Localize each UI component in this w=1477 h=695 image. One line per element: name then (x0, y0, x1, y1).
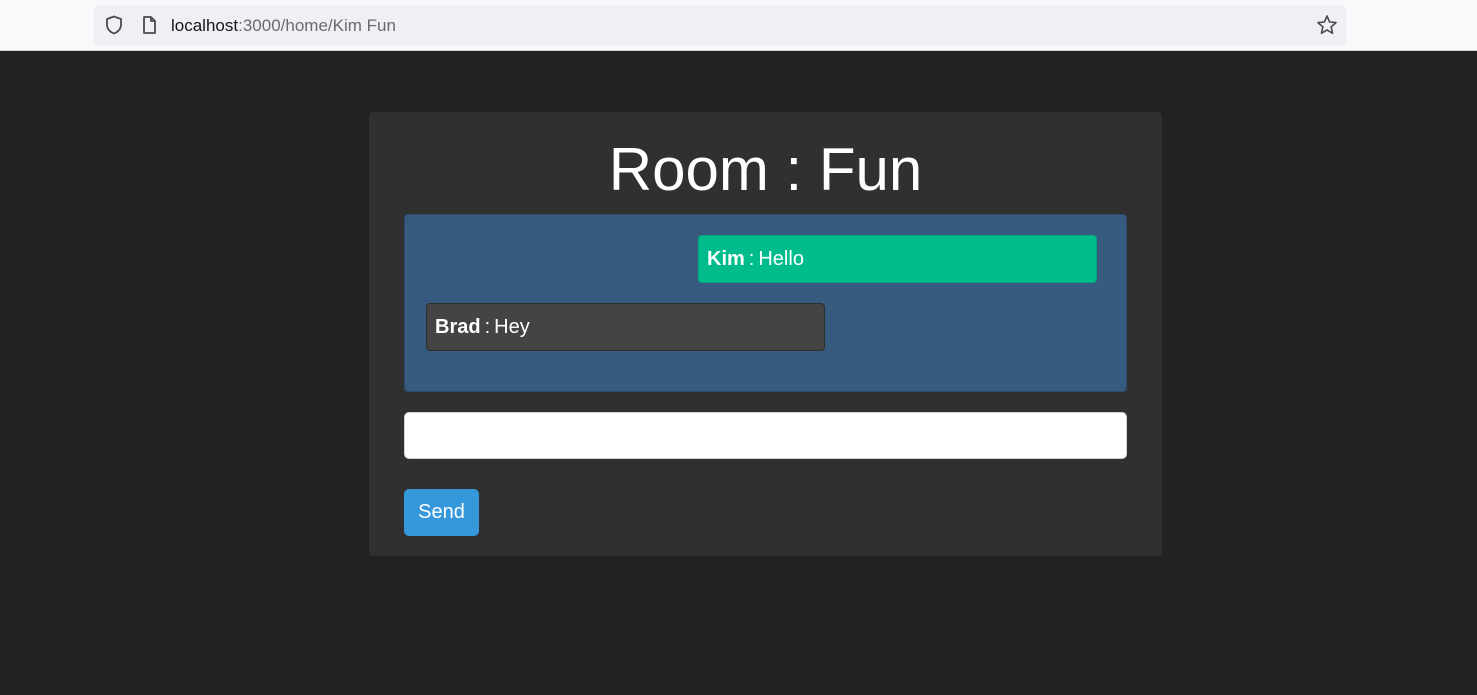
url-path: :3000/home/Kim Fun (238, 16, 396, 35)
message-list: Kim : Hello Brad : Hey (404, 214, 1127, 392)
chat-card: Room : Fun Kim : Hello Brad : Hey Send (369, 112, 1162, 556)
message-input[interactable] (404, 412, 1127, 459)
url-text[interactable]: localhost:3000/home/Kim Fun (171, 16, 396, 36)
url-host: localhost (171, 16, 239, 35)
page-icon (139, 15, 159, 35)
message-author: Kim (707, 247, 745, 270)
message-separator: : (748, 247, 755, 270)
message-author: Brad (435, 315, 481, 338)
message-text: Hello (758, 247, 804, 270)
message-item-other: Brad : Hey (426, 303, 825, 351)
bookmark-star-icon[interactable] (1316, 14, 1338, 36)
message-text: Hey (494, 315, 530, 338)
shield-icon[interactable] (104, 15, 124, 35)
room-title: Room : Fun (608, 136, 923, 203)
message-item-own: Kim : Hello (698, 235, 1097, 283)
browser-toolbar: localhost:3000/home/Kim Fun (0, 0, 1477, 51)
message-separator: : (484, 315, 491, 338)
send-button[interactable]: Send (404, 489, 479, 536)
